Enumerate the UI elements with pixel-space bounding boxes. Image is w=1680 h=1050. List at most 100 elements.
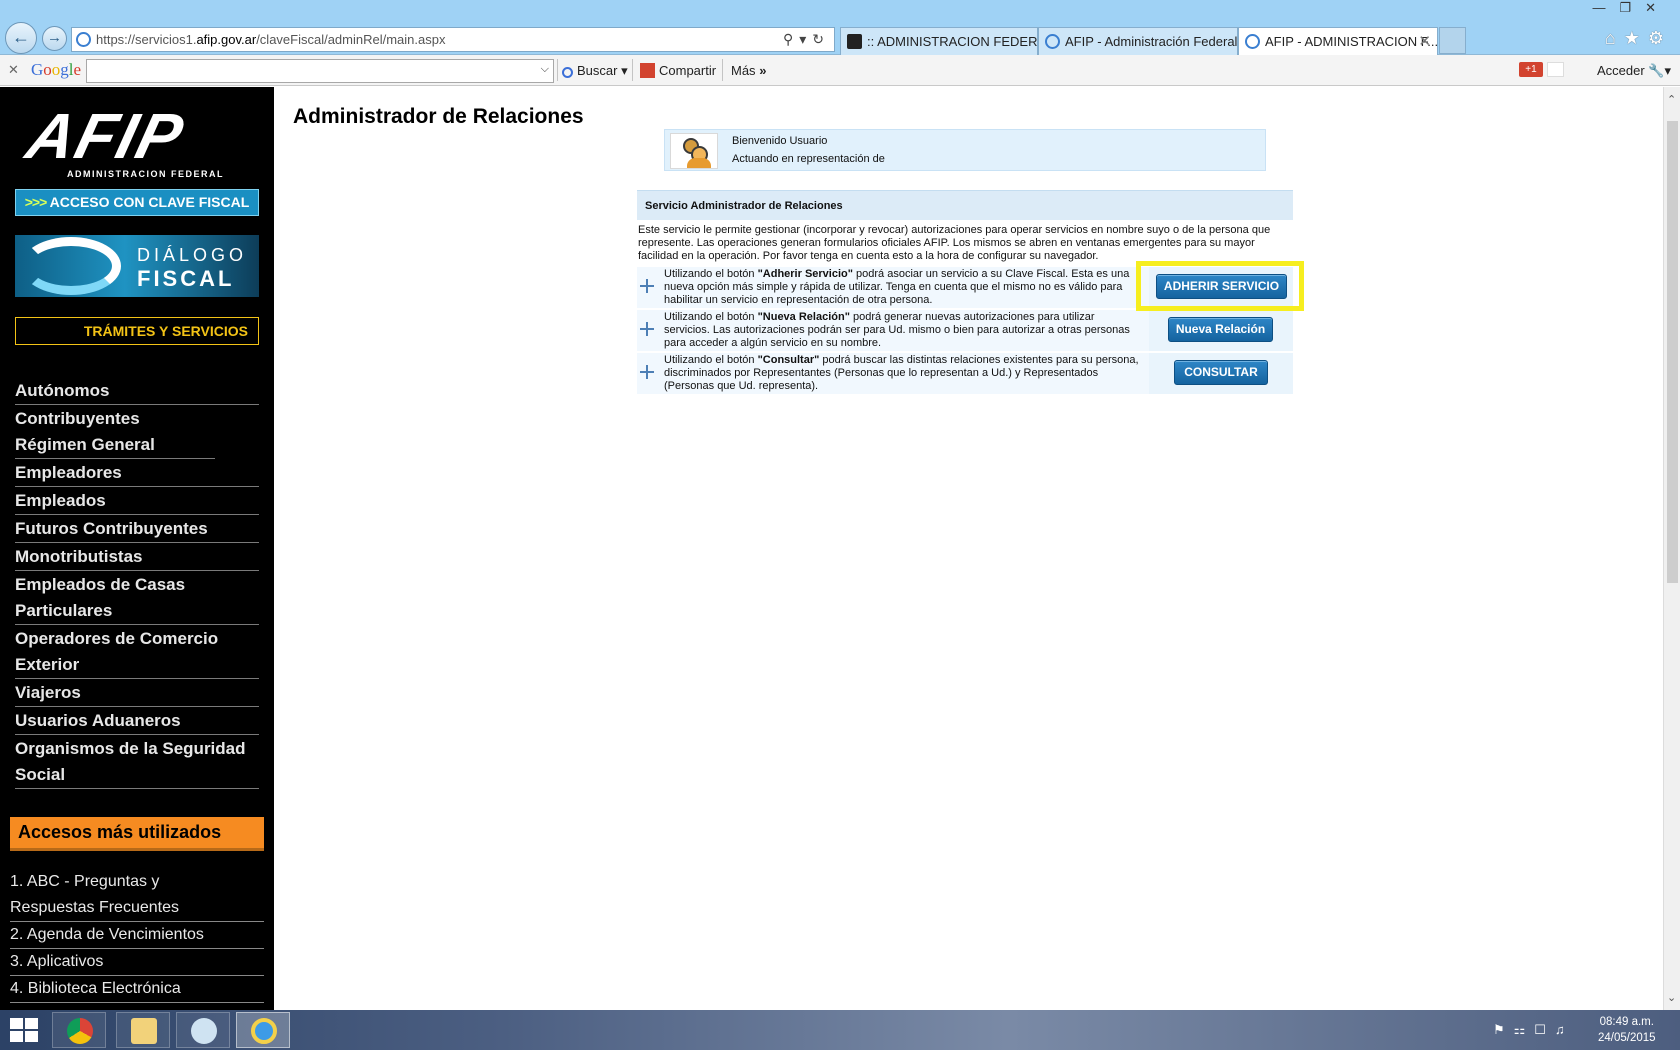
sidebar-item-casas-particulares[interactable]: Empleados de Casas Particulares xyxy=(15,571,259,625)
refresh-arrows-icon xyxy=(21,237,121,295)
window-controls[interactable]: —❐✕ xyxy=(1592,0,1670,16)
taskbar-chrome[interactable] xyxy=(52,1012,106,1048)
tab-1[interactable]: :: ADMINISTRACION FEDERAL ... xyxy=(840,27,1038,55)
new-tab-button[interactable] xyxy=(1439,27,1466,54)
mas-label: Más xyxy=(731,63,756,78)
vertical-scrollbar[interactable]: ⌃ ⌄ xyxy=(1663,87,1680,1010)
paint-palette-icon xyxy=(191,1018,217,1044)
page-favicon-icon xyxy=(76,32,91,47)
tab-label: AFIP - Administración Federal xyxy=(1065,34,1238,49)
row-description: Utilizando el botón "Nueva Relación" pod… xyxy=(664,311,1130,349)
representation-text: Actuando en representación de xyxy=(732,153,885,165)
url-domain: afip.gov.ar xyxy=(196,32,257,47)
accesos-item[interactable]: 3. Aplicativos xyxy=(10,949,264,976)
mas-button[interactable]: Más » xyxy=(731,63,766,78)
ie-favicon-icon xyxy=(1045,34,1060,49)
service-header: Servicio Administrador de Relaciones xyxy=(637,190,1293,220)
acceder-button[interactable]: Acceder 🔧▾ xyxy=(1597,63,1671,79)
taskbar-explorer[interactable] xyxy=(116,1012,170,1048)
page-title: Administrador de Relaciones xyxy=(293,105,584,128)
users-icon xyxy=(670,133,718,169)
accesos-list: 1. ABC - Preguntas y Respuestas Frecuent… xyxy=(10,869,264,1003)
dialogo-fiscal-banner[interactable]: DIÁLOGO FISCAL xyxy=(15,235,259,297)
tramites-servicios-button[interactable]: TRÁMITES Y SERVICIOS xyxy=(15,317,259,345)
move-bullet-icon xyxy=(640,322,654,336)
close-toolbar-icon[interactable]: ✕ xyxy=(8,62,19,78)
forward-button[interactable]: → xyxy=(42,26,67,51)
accesos-item[interactable]: 2. Agenda de Vencimientos xyxy=(10,922,264,949)
buscar-label: Buscar xyxy=(577,63,618,78)
tab-2[interactable]: AFIP - Administración Federal xyxy=(1038,27,1238,55)
sidebar-item-comercio-exterior[interactable]: Operadores de Comercio Exterior xyxy=(15,625,259,679)
search-icon xyxy=(562,67,573,78)
compartir-button[interactable]: Compartir xyxy=(640,63,716,78)
clave-fiscal-button[interactable]: >>> ACCESO CON CLAVE FISCAL xyxy=(15,189,259,216)
accesos-item[interactable]: 4. Biblioteca Electrónica xyxy=(10,976,264,1003)
chrome-icon xyxy=(67,1018,93,1044)
windows-taskbar: ⚑⚏☐♫ 08:49 a.m. 24/05/2015 xyxy=(0,1010,1680,1050)
ie-favicon-icon xyxy=(1245,34,1260,49)
acceder-label: Acceder xyxy=(1597,63,1645,78)
gplus-button[interactable]: +1 xyxy=(1519,62,1543,77)
address-tools-icons[interactable]: ⚲▾↻ xyxy=(783,28,830,51)
left-sidebar: AFIP ADMINISTRACION FEDERAL >>> ACCESO C… xyxy=(0,87,274,1010)
sidebar-item-seguridad-social[interactable]: Organismos de la Seguridad Social xyxy=(15,735,259,789)
clave-fiscal-label: ACCESO CON CLAVE FISCAL xyxy=(49,194,250,210)
accesos-item[interactable]: 1. ABC - Preguntas y Respuestas Frecuent… xyxy=(10,869,264,922)
scroll-up-icon[interactable]: ⌃ xyxy=(1667,93,1676,106)
settings-gear-icon[interactable]: ⚙ xyxy=(1648,28,1672,48)
move-bullet-icon xyxy=(640,365,654,379)
google-toolbar: ✕ Google ⌵ Buscar ▾ Compartir Más » +1 A… xyxy=(0,55,1680,86)
favorites-star-icon[interactable]: ★ xyxy=(1624,28,1648,48)
afip-favicon-icon xyxy=(847,34,862,49)
wrench-icon: 🔧 xyxy=(1648,63,1665,78)
scroll-thumb[interactable] xyxy=(1667,121,1678,583)
accesos-header: Accesos más utilizados xyxy=(10,817,264,851)
buscar-button[interactable]: Buscar ▾ xyxy=(562,63,628,79)
dialogo-line2: FISCAL xyxy=(137,266,235,291)
taskbar-ie[interactable] xyxy=(236,1012,290,1048)
logo-letters: AFIP xyxy=(20,100,192,172)
sidebar-item-aduaneros[interactable]: Usuarios Aduaneros xyxy=(15,707,259,735)
share-icon xyxy=(640,63,655,78)
browser-toolbar-icons[interactable]: ⌂★⚙ xyxy=(1605,28,1672,49)
google-search-input[interactable]: ⌵ xyxy=(86,59,554,83)
dropdown-arrow-icon[interactable]: ⌵ xyxy=(541,63,549,76)
url-prefix: https://servicios1. xyxy=(96,32,197,47)
google-logo: Google xyxy=(31,60,82,79)
close-tab-icon[interactable]: ✕ xyxy=(1418,28,1431,55)
sidebar-item-empleadores[interactable]: Empleadores xyxy=(15,459,259,487)
tab-label: AFIP - ADMINISTRACION F... xyxy=(1265,34,1438,49)
afip-logo[interactable]: AFIP ADMINISTRACION FEDERAL xyxy=(20,100,247,179)
welcome-box: Bienvenido Usuario Actuando en represent… xyxy=(664,129,1266,171)
folder-icon xyxy=(131,1018,157,1044)
system-tray-icons[interactable]: ⚑⚏☐♫ xyxy=(1493,1022,1574,1038)
scroll-down-icon[interactable]: ⌄ xyxy=(1667,991,1676,1004)
dialogo-line1: DIÁLOGO xyxy=(137,245,248,265)
row-description: Utilizando el botón "Adherir Servicio" p… xyxy=(664,268,1130,306)
welcome-text: Bienvenido Usuario xyxy=(732,135,828,147)
adherir-servicio-button[interactable]: ADHERIR SERVICIO xyxy=(1156,274,1287,299)
sidebar-item-autonomos[interactable]: Autónomos xyxy=(15,377,259,405)
taskbar-paint[interactable] xyxy=(176,1012,230,1048)
back-button[interactable]: ← xyxy=(5,22,37,54)
sidebar-item-monotributistas[interactable]: Monotributistas xyxy=(15,543,259,571)
address-bar[interactable]: https://servicios1.afip.gov.ar/claveFisc… xyxy=(71,27,835,52)
sidebar-item-empleados[interactable]: Empleados xyxy=(15,487,259,515)
windows-start-icon[interactable] xyxy=(10,1018,40,1042)
clock-time: 08:49 a.m. xyxy=(1599,1016,1654,1028)
sidebar-item-contribuyentes[interactable]: Contribuyentes Régimen General xyxy=(15,405,215,459)
nueva-relacion-button[interactable]: Nueva Relación xyxy=(1168,317,1273,342)
logo-subtitle: ADMINISTRACION FEDERAL xyxy=(67,169,224,179)
sidebar-item-futuros[interactable]: Futuros Contribuyentes xyxy=(15,515,259,543)
sidebar-item-viajeros[interactable]: Viajeros xyxy=(15,679,259,707)
compartir-label: Compartir xyxy=(659,63,717,78)
consultar-button[interactable]: CONSULTAR xyxy=(1174,360,1268,385)
row-description: Utilizando el botón "Consultar" podrá bu… xyxy=(664,354,1139,392)
tab-3-active[interactable]: AFIP - ADMINISTRACION F... ✕ xyxy=(1238,27,1438,55)
clock[interactable]: 08:49 a.m. 24/05/2015 xyxy=(1598,1014,1656,1046)
home-icon[interactable]: ⌂ xyxy=(1605,28,1624,48)
internet-explorer-icon xyxy=(251,1018,277,1044)
browser-titlebar: ← → https://servicios1.afip.gov.ar/clave… xyxy=(0,0,1680,55)
move-bullet-icon xyxy=(640,279,654,293)
